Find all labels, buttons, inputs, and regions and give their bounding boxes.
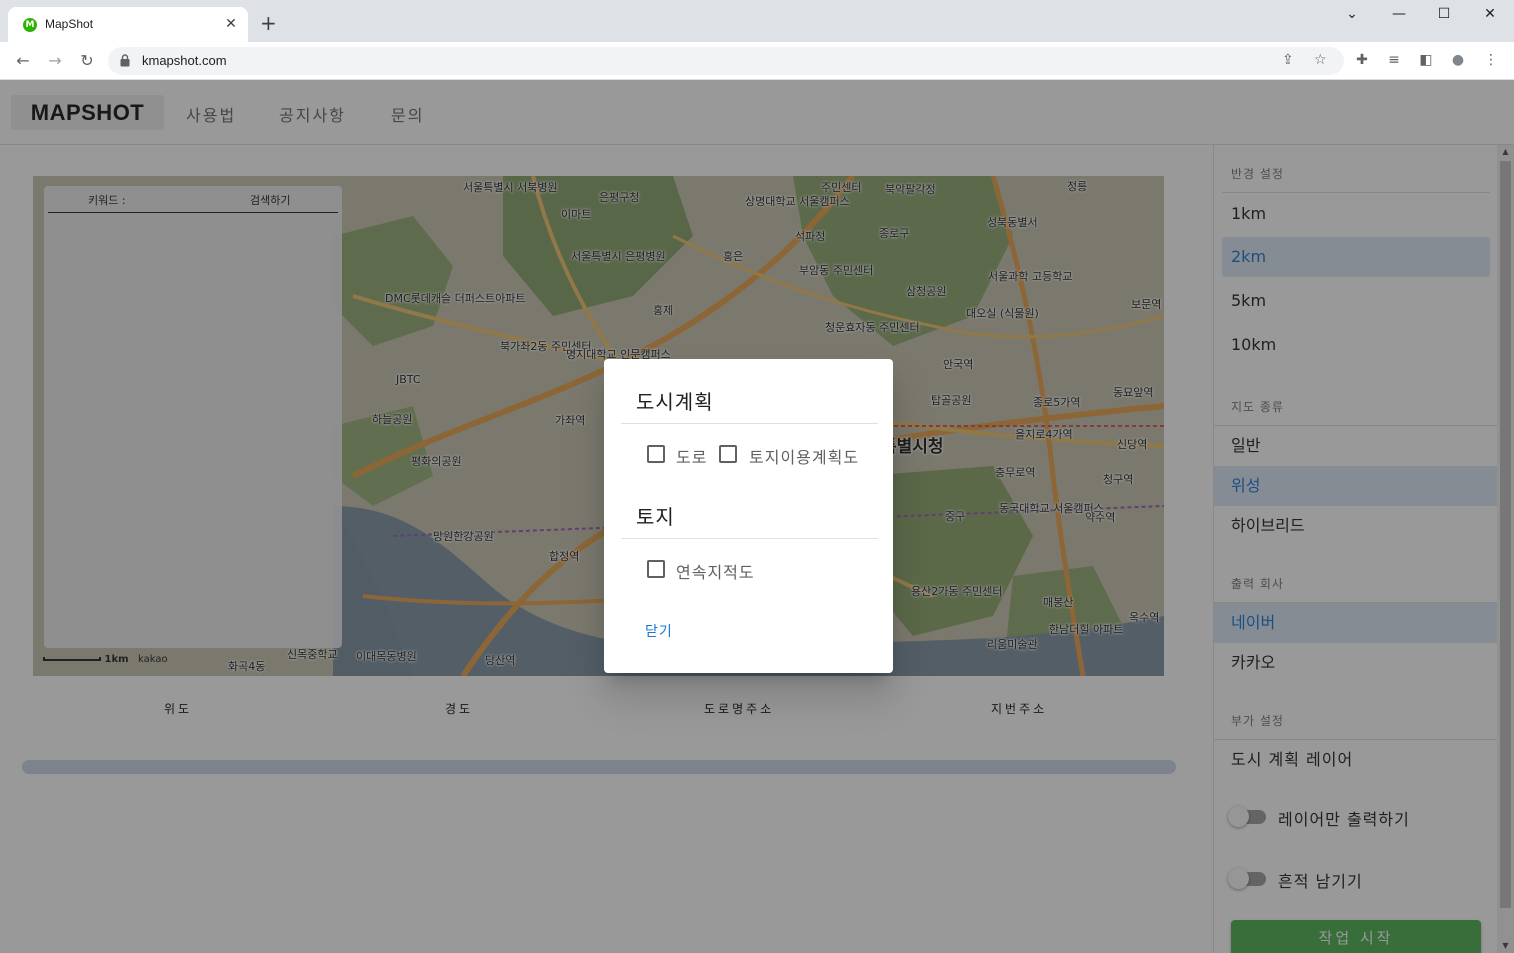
browser-menu-icon[interactable]: ⋮	[1482, 52, 1500, 70]
tab-title: MapShot	[45, 17, 94, 31]
cadastral-checkbox[interactable]	[647, 560, 665, 578]
mapshot-favicon-icon: M	[23, 18, 37, 32]
back-arrow-icon[interactable]: ←	[12, 50, 34, 72]
forward-arrow-icon[interactable]: →	[44, 50, 66, 72]
road-label: 도로	[676, 448, 708, 467]
browser-tab-strip: M MapShot ✕ + ⌄ — ☐ ✕	[0, 0, 1514, 42]
bookmark-star-icon[interactable]: ☆	[1314, 52, 1327, 68]
maximize-icon[interactable]: ☐	[1429, 6, 1459, 26]
tab-search-chevron-icon[interactable]: ⌄	[1337, 6, 1367, 26]
dialog-divider	[621, 423, 878, 424]
url-text: kmapshot.com	[142, 53, 227, 68]
dialog-divider	[621, 538, 878, 539]
dialog-section-land: 토지	[636, 505, 675, 529]
share-icon[interactable]: ⇪	[1282, 52, 1294, 68]
tab-close-icon[interactable]: ✕	[222, 15, 240, 33]
media-control-icon[interactable]: ≡	[1385, 52, 1403, 70]
lock-icon	[120, 54, 130, 67]
minimize-icon[interactable]: —	[1384, 6, 1414, 26]
cadastral-label: 연속지적도	[676, 563, 755, 582]
browser-tab[interactable]: M MapShot ✕	[8, 7, 248, 42]
landuse-checkbox[interactable]	[719, 445, 737, 463]
profile-avatar-icon[interactable]: ●	[1449, 52, 1467, 70]
landuse-label: 토지이용계획도	[749, 448, 860, 467]
dialog-section-urban-plan: 도시계획	[636, 390, 714, 414]
road-checkbox[interactable]	[647, 445, 665, 463]
new-tab-icon[interactable]: +	[260, 13, 277, 33]
browser-toolbar: ← → ↻ kmapshot.com ⇪ ☆ ✚ ≡ ◧ ● ⋮	[0, 42, 1514, 80]
window-close-icon[interactable]: ✕	[1475, 6, 1505, 26]
urban-plan-dialog: 도시계획 도로 토지이용계획도 토지 연속지적도 닫기	[604, 359, 893, 673]
address-bar[interactable]: kmapshot.com ⇪ ☆	[108, 47, 1344, 75]
side-panel-icon[interactable]: ◧	[1417, 52, 1435, 70]
dialog-close-button[interactable]: 닫기	[645, 621, 673, 641]
extensions-puzzle-icon[interactable]: ✚	[1353, 52, 1371, 70]
reload-icon[interactable]: ↻	[76, 50, 98, 72]
